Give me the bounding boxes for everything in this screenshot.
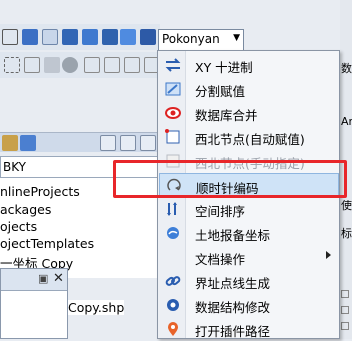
menu-item-boundary-generate[interactable]: 界址点线生成	[159, 269, 339, 293]
chevron-down-icon: ▼	[233, 33, 240, 43]
menu-item-label: 界址点线生成	[195, 276, 271, 291]
right-text-top: 数	[341, 62, 352, 75]
disk-icon[interactable]	[140, 29, 156, 45]
tree-item[interactable]: nlineProjects	[0, 184, 80, 200]
highlight-box	[113, 160, 347, 198]
toolbar-row-2	[0, 52, 160, 78]
view-dropdown-icon[interactable]	[120, 135, 136, 151]
tree-item[interactable]: ojects	[0, 219, 37, 235]
expand-icon[interactable]	[341, 290, 349, 298]
document-icon	[165, 249, 181, 265]
shapefile-item[interactable]: Copy.shp	[68, 300, 125, 315]
submenu-arrow-icon	[326, 251, 331, 259]
toolbar-row-1	[0, 24, 160, 50]
right-text-c: 标	[341, 227, 352, 240]
grid-icon[interactable]	[102, 29, 118, 45]
menu-item-split-assign[interactable]: 分割赋值	[159, 77, 339, 101]
layer-combo[interactable]: Pokonyan ▼	[158, 29, 244, 51]
location-pin-icon	[165, 321, 181, 337]
menu-item-data-structure-modify[interactable]: 数据结构修改	[159, 293, 339, 317]
edit-icon[interactable]	[44, 57, 60, 73]
menu-item-open-plugin-path[interactable]: 打开插件路径	[159, 317, 339, 341]
back-icon[interactable]	[20, 135, 36, 151]
menu-item-label: 数据库合并	[195, 108, 258, 123]
menu-item-land-report-coords[interactable]: 土地报备坐标	[159, 221, 339, 245]
save-icon[interactable]	[22, 29, 38, 45]
pin-icon[interactable]: ▣	[38, 272, 50, 285]
rect-select-icon[interactable]	[124, 57, 140, 73]
menu-item-spatial-sort[interactable]: 空间排序	[159, 197, 339, 221]
catalog-toolbar	[0, 132, 160, 152]
menu-item-database-merge[interactable]: 数据库合并	[159, 101, 339, 125]
nodes-icon[interactable]	[4, 57, 20, 73]
menu-item-document-ops[interactable]: 文档操作	[159, 245, 339, 269]
menu-item-label: 西北节点(自动赋值)	[195, 132, 305, 147]
northwest-node-icon	[165, 129, 181, 145]
tree-item[interactable]: ojectTemplates	[0, 236, 94, 252]
menu-item-label: 文档操作	[195, 252, 246, 267]
tool-icon[interactable]	[82, 29, 98, 45]
database-merge-icon	[165, 105, 181, 121]
layers-icon[interactable]	[120, 29, 136, 45]
plus-box-icon[interactable]	[104, 57, 120, 73]
split-assign-icon	[165, 81, 181, 97]
search-panel: ▣ ✕	[0, 268, 68, 339]
table-icon[interactable]	[42, 29, 58, 45]
tree-item[interactable]: 一坐标 Copy	[0, 253, 73, 271]
pen-icon[interactable]	[2, 29, 18, 45]
menu-item-xy-decimal[interactable]: XY 十进制	[159, 53, 339, 77]
gear-icon	[165, 297, 181, 313]
menu-item-label: 打开插件路径	[195, 324, 271, 339]
land-coords-icon	[165, 225, 181, 241]
combo-value: Pokonyan	[162, 32, 220, 46]
menu-item-label: 土地报备坐标	[195, 228, 271, 243]
right-text-a: Ar	[341, 115, 352, 128]
search-panel-titlebar: ▣ ✕	[1, 269, 67, 291]
home-icon[interactable]	[2, 135, 18, 151]
location-value: BKY	[3, 160, 27, 174]
list-view-icon[interactable]	[100, 135, 116, 151]
expand-icon[interactable]	[341, 306, 349, 314]
tree-item[interactable]: ackages	[0, 202, 51, 218]
expand-icon[interactable]	[341, 322, 349, 330]
spatial-sort-icon	[165, 201, 181, 217]
frame-icon[interactable]	[84, 57, 100, 73]
menu-item-northwest-node-auto[interactable]: 西北节点(自动赋值)	[159, 125, 339, 149]
menu-item-label: 数据结构修改	[195, 300, 271, 315]
menu-item-label: 分割赋值	[195, 84, 246, 99]
menu-item-label: 空间排序	[195, 204, 246, 219]
xy-arrows-icon	[165, 57, 181, 73]
menu-item-label: XY 十进制	[195, 60, 253, 75]
close-icon[interactable]: ✕	[53, 271, 64, 286]
sphere-icon[interactable]	[62, 57, 78, 73]
refresh-icon[interactable]	[140, 135, 156, 151]
right-text-b: 使	[341, 199, 352, 212]
node-icon[interactable]	[24, 57, 40, 73]
db-icon[interactable]	[62, 29, 78, 45]
link-icon	[165, 273, 181, 289]
